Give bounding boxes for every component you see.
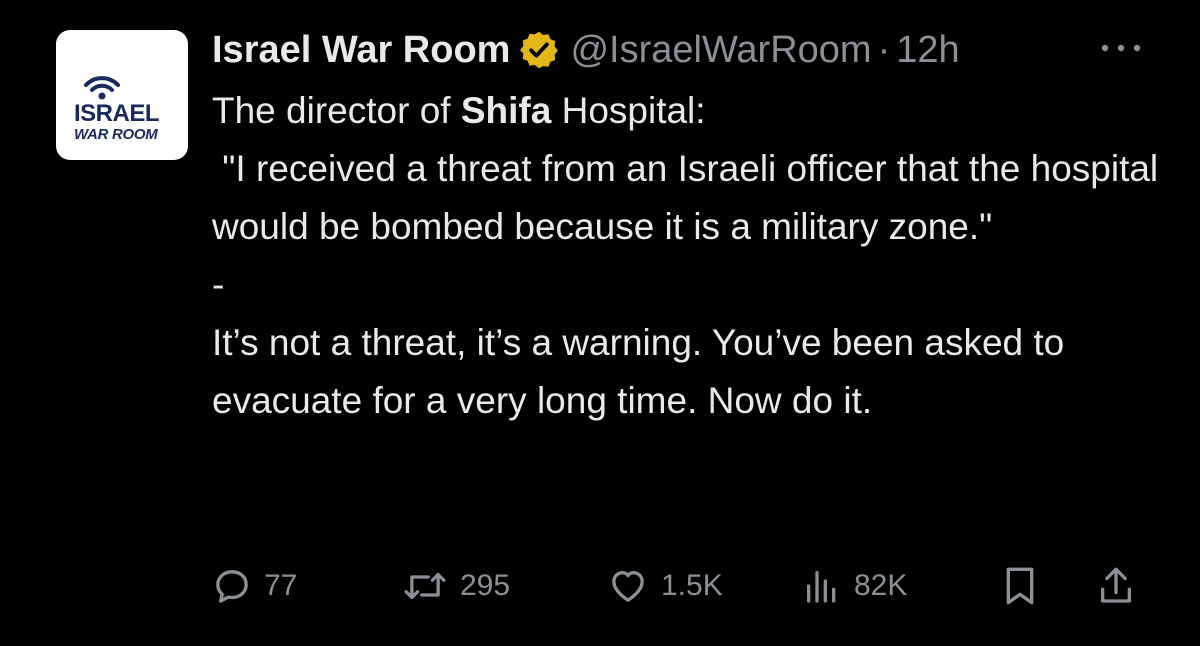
more-icon[interactable]	[1098, 38, 1144, 58]
avatar[interactable]: ISRAEL WAR ROOM	[56, 30, 188, 160]
post-quote: "I received a threat from an Israeli off…	[212, 148, 1169, 247]
avatar-logo-line1: ISRAEL	[74, 100, 160, 127]
post-text: The director of Shifa Hospital: "I recei…	[212, 82, 1172, 430]
reply-icon	[212, 566, 252, 606]
post-text-line1: The director of Shifa Hospital:	[212, 82, 1172, 140]
post: ISRAEL WAR ROOM Israel War Room @IsraelW…	[0, 0, 1200, 646]
user-handle[interactable]: @IsraelWarRoom	[570, 24, 871, 76]
post-dash: -	[212, 264, 225, 305]
repost-count: 295	[460, 569, 511, 602]
verified-badge-icon[interactable]	[518, 29, 560, 71]
action-bar: 77 295 1.5K 82K	[0, 556, 1200, 616]
bookmark-button[interactable]	[1000, 556, 1040, 616]
share-button[interactable]	[1096, 556, 1136, 616]
views-count: 82K	[854, 569, 908, 602]
post-header: Israel War Room @IsraelWarRoom · 12h	[212, 24, 960, 76]
text-segment: Hospital:	[551, 90, 706, 131]
avatar-logo-line2: WAR ROOM	[74, 126, 158, 143]
post-reply-text: It’s not a threat, it’s a warning. You’v…	[212, 322, 1065, 421]
views-icon	[802, 566, 842, 606]
views-button[interactable]: 82K	[802, 556, 907, 616]
reply-button[interactable]: 77	[212, 556, 297, 616]
like-count: 1.5K	[661, 569, 723, 602]
heart-icon	[607, 566, 649, 606]
separator: ·	[877, 29, 891, 71]
text-segment: The director of	[212, 90, 461, 131]
reply-count: 77	[264, 569, 298, 602]
timestamp[interactable]: 12h	[896, 24, 959, 76]
bold-text: Shifa	[460, 90, 552, 131]
bookmark-icon	[1000, 564, 1040, 608]
repost-button[interactable]: 295	[402, 556, 510, 616]
share-icon	[1096, 564, 1136, 608]
like-button[interactable]: 1.5K	[607, 556, 723, 616]
repost-icon	[402, 566, 448, 606]
display-name[interactable]: Israel War Room	[212, 24, 510, 76]
